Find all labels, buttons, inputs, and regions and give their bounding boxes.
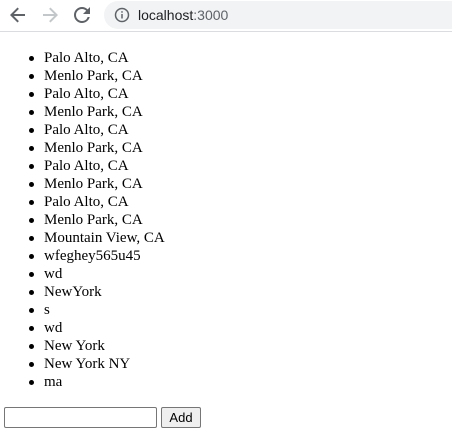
back-button[interactable]	[6, 3, 30, 27]
forward-button[interactable]	[38, 3, 62, 27]
arrow-right-icon	[43, 7, 58, 23]
list-item: Mountain View, CA	[29, 230, 165, 246]
list-item: wd	[29, 265, 165, 283]
page-content: Palo Alto, CA Menlo Park, CA Palo Alto, CA…	[0, 33, 452, 437]
info-icon[interactable]	[114, 7, 130, 23]
list-item: New York NY	[29, 355, 165, 373]
list-item: Palo Alto, CA	[29, 193, 165, 211]
city-input[interactable]	[4, 407, 157, 428]
list-item: Menlo Park, CA	[29, 175, 165, 193]
url-host: localhost	[138, 7, 194, 23]
reload-icon	[74, 7, 90, 23]
list-item: Menlo Park, CA	[29, 103, 165, 121]
list-item: Palo Alto, CA	[29, 85, 165, 103]
list-item: Palo Alto, CA	[29, 49, 165, 67]
arrow-left-icon	[10, 7, 25, 23]
list-item: Menlo Park, CA	[29, 211, 165, 229]
list-item: ma	[29, 373, 165, 391]
city-list: Palo Alto, CA Menlo Park, CA Palo Alto, CA…	[29, 49, 165, 391]
list-item: NewYork	[29, 283, 165, 301]
list-item: wfeghey565u45	[29, 247, 165, 265]
list-item: Menlo Park, CA	[29, 67, 165, 85]
browser-toolbar: localhost:3000	[0, 0, 452, 32]
address-bar[interactable]: localhost:3000	[104, 1, 452, 29]
list-item: Palo Alto, CA	[29, 157, 165, 175]
url-text: localhost:3000	[138, 6, 228, 24]
url-port: :3000	[193, 7, 229, 23]
reload-button[interactable]	[70, 3, 94, 27]
list-item: Menlo Park, CA	[29, 139, 165, 157]
list-item: s	[29, 301, 165, 319]
list-item: New York	[29, 337, 165, 355]
list-item: wd	[29, 319, 165, 337]
list-item: Palo Alto, CA	[29, 121, 165, 139]
add-button[interactable]: Add	[161, 407, 201, 428]
